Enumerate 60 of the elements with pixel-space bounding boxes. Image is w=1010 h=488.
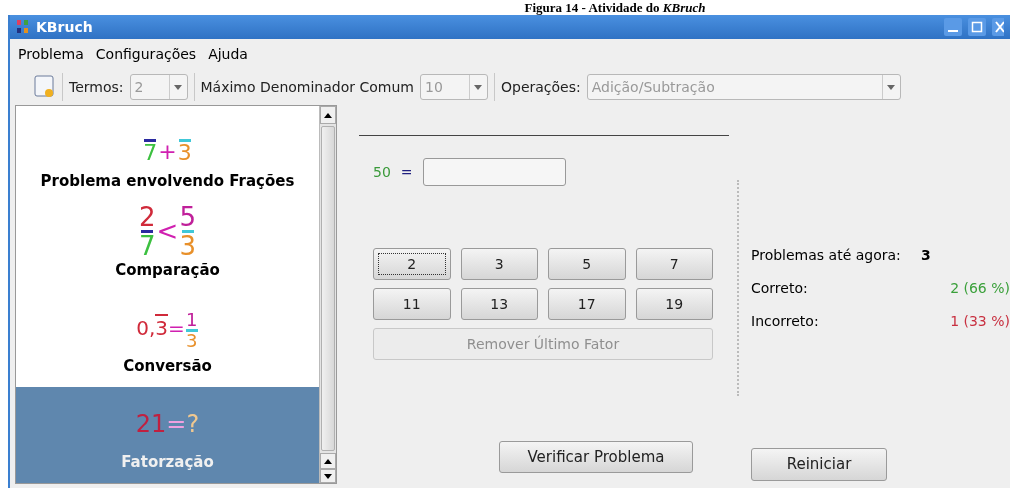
check-problem-button[interactable]: Verificar Problema bbox=[499, 441, 693, 473]
close-icon[interactable] bbox=[992, 18, 1004, 36]
unknown: ? bbox=[186, 408, 200, 440]
task-list-item[interactable]: 7+3 Problema envolvendo Frações bbox=[16, 131, 319, 195]
factor-button[interactable]: 11 bbox=[373, 288, 451, 320]
denominator: 3 bbox=[186, 331, 198, 350]
figure-caption: Figura 14 - Atividade do KBruch bbox=[523, 0, 706, 15]
denominator: 7 bbox=[143, 142, 158, 165]
denominator: 3 bbox=[177, 142, 192, 165]
factor-button[interactable]: 13 bbox=[460, 288, 538, 320]
max-denominator-label: Máximo Denominador Comum bbox=[200, 77, 414, 97]
task-label: Problema envolvendo Frações bbox=[40, 170, 295, 192]
answer-field[interactable] bbox=[422, 158, 566, 186]
number: 21 bbox=[135, 408, 167, 440]
equals-sign: = bbox=[400, 162, 413, 182]
maximize-icon[interactable] bbox=[968, 18, 986, 36]
numerator: 5 bbox=[179, 204, 196, 231]
denominator: 7 bbox=[139, 233, 156, 260]
task-label: Fatorzação bbox=[121, 451, 214, 473]
menu-item[interactable]: Problema bbox=[18, 43, 84, 65]
denominator: 3 bbox=[179, 233, 196, 260]
dropdown-arrow-icon bbox=[474, 84, 483, 90]
factor-button[interactable]: 7 bbox=[635, 248, 713, 280]
menu-item[interactable]: Ajuda bbox=[208, 43, 248, 65]
factor-button[interactable]: 19 bbox=[635, 288, 713, 320]
scroll-up-icon[interactable] bbox=[324, 458, 332, 464]
dropdown-arrow-icon bbox=[174, 84, 182, 90]
stats-value: 2 (66 %) bbox=[949, 279, 1010, 298]
operator: + bbox=[158, 138, 177, 167]
stats-value: 3 bbox=[921, 246, 932, 265]
scroll-thumb[interactable] bbox=[321, 126, 335, 451]
app-icon bbox=[16, 19, 30, 35]
decimal-number: 0,3 bbox=[136, 312, 169, 342]
task-label: Comparação bbox=[115, 259, 220, 281]
stats-label: Incorreto: bbox=[751, 312, 820, 331]
stats-label: Problemas até agora: bbox=[751, 246, 902, 265]
stats-label: Correto: bbox=[751, 279, 809, 298]
numerator: 2 bbox=[139, 204, 156, 231]
scroll-down-icon[interactable] bbox=[324, 473, 332, 479]
stats-value: 1 (33 %) bbox=[949, 312, 1010, 331]
minimize-icon[interactable] bbox=[944, 18, 962, 36]
window-title: KBruch bbox=[36, 17, 93, 37]
operator: < bbox=[156, 215, 179, 249]
scrollbar[interactable] bbox=[319, 106, 336, 483]
numerator: 1 bbox=[186, 310, 198, 329]
operations-label: Operações: bbox=[500, 77, 581, 97]
task-label: Conversão bbox=[123, 355, 212, 377]
operator: = bbox=[168, 314, 185, 342]
factor-button[interactable]: 3 bbox=[460, 248, 538, 280]
task-number: 50 bbox=[373, 162, 391, 182]
factor-button[interactable]: 2 bbox=[373, 248, 451, 280]
factor-button[interactable]: 17 bbox=[548, 288, 626, 320]
new-task-icon[interactable] bbox=[34, 75, 56, 99]
terms-label: Termos: bbox=[69, 77, 124, 97]
scroll-up-icon[interactable] bbox=[324, 112, 332, 118]
operator: = bbox=[166, 408, 187, 440]
reset-button[interactable]: Reiniciar bbox=[751, 448, 887, 481]
menu-item[interactable]: Configurações bbox=[95, 43, 197, 65]
factor-button[interactable]: 5 bbox=[548, 248, 626, 280]
dropdown-arrow-icon bbox=[887, 84, 896, 90]
